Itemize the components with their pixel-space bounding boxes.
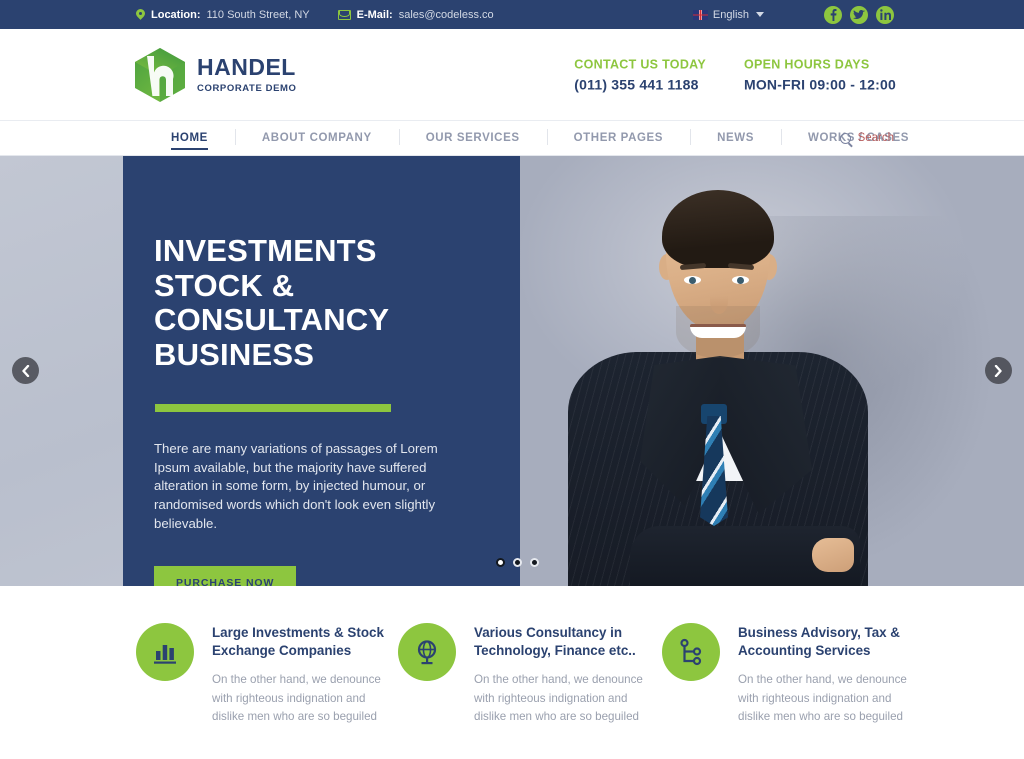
nav-item-home-label: HOME <box>171 132 208 144</box>
feature-card-body: Business Advisory, Tax & Accounting Serv… <box>738 623 924 726</box>
feature-card[interactable]: Various Consultancy in Technology, Finan… <box>398 623 660 759</box>
uk-flag-icon <box>692 9 708 20</box>
email-info[interactable]: E-Mail: sales@codeless.co <box>337 8 494 21</box>
slider-next-button[interactable] <box>985 357 1012 384</box>
feature-text: On the other hand, we denounce with righ… <box>738 673 907 723</box>
hero-photo <box>520 156 1024 586</box>
nav-item-about-company[interactable]: ABOUT COMPANY <box>234 120 399 156</box>
photo-smile <box>690 324 746 338</box>
facebook-icon[interactable] <box>824 5 842 24</box>
location-value: 110 South Street, NY <box>206 8 310 21</box>
email-label: E-Mail: <box>356 8 393 21</box>
search-toggle[interactable]: Search <box>839 132 894 144</box>
feature-title: Large Investments & Stock Exchange Compa… <box>212 625 384 658</box>
hero-slider: INVESTMENTS STOCK & CONSULTANCY BUSINESS… <box>0 156 1024 586</box>
nav-item-list: HOME ABOUT COMPANY OUR SERVICES OTHER PA… <box>144 120 936 156</box>
nav-item-other-pages-label: OTHER PAGES <box>573 132 664 144</box>
hero-title: INVESTMENTS STOCK & CONSULTANCY BUSINESS <box>154 233 474 373</box>
search-icon <box>839 132 851 144</box>
feature-card[interactable]: Large Investments & Stock Exchange Compa… <box>136 623 398 759</box>
location-pin-icon <box>136 9 145 21</box>
photo-hair <box>662 190 774 268</box>
photo-nose <box>710 288 728 314</box>
location-info: Location: 110 South Street, NY <box>136 9 310 21</box>
social-links <box>824 5 894 24</box>
nav-item-other-pages[interactable]: OTHER PAGES <box>546 120 690 156</box>
feature-section: Large Investments & Stock Exchange Compa… <box>0 586 1024 759</box>
hours-value: MON-FRI 09:00 - 12:00 <box>743 76 896 92</box>
top-bar-right-group: English <box>692 0 894 29</box>
hero-accent-rule <box>155 403 391 412</box>
slider-pagination <box>496 558 539 567</box>
handel-logo-icon <box>133 46 187 104</box>
site-header: HANDEL CORPORATE DEMO CONTACT US TODAY (… <box>0 29 1024 120</box>
hero-title-line-2: CONSULTANCY BUSINESS <box>154 302 389 373</box>
top-bar: Location: 110 South Street, NY E-Mail: s… <box>0 0 1024 29</box>
nav-item-our-services-label: OUR SERVICES <box>425 132 520 144</box>
feature-card[interactable]: Business Advisory, Tax & Accounting Serv… <box>662 623 924 759</box>
nav-item-news-label: NEWS <box>717 132 754 144</box>
contact-phone[interactable]: (011) 355 441 1188 <box>574 76 706 92</box>
photo-hand <box>812 538 854 572</box>
logo-title: HANDEL <box>197 53 296 80</box>
language-label: English <box>712 8 749 21</box>
hero-paragraph: There are many variations of passages of… <box>154 440 438 531</box>
photo-pupil-right <box>737 277 744 284</box>
logo-subtitle: CORPORATE DEMO <box>197 82 297 94</box>
location-label: Location: <box>151 8 201 21</box>
slider-dot-1[interactable] <box>496 558 505 567</box>
hero-title-line-1: INVESTMENTS STOCK & <box>154 233 377 303</box>
feature-title: Various Consultancy in Technology, Finan… <box>474 625 636 658</box>
hero-text-panel: INVESTMENTS STOCK & CONSULTANCY BUSINESS… <box>123 156 520 586</box>
nav-item-about-company-label: ABOUT COMPANY <box>261 132 372 144</box>
feature-title: Business Advisory, Tax & Accounting Serv… <box>738 625 900 658</box>
feature-card-body: Large Investments & Stock Exchange Compa… <box>212 623 398 726</box>
network-icon <box>662 623 720 681</box>
nav-item-home[interactable]: HOME <box>144 120 235 156</box>
language-selector[interactable]: English <box>692 8 764 21</box>
top-bar-contact-group: Location: 110 South Street, NY E-Mail: s… <box>136 9 494 21</box>
feature-text: On the other hand, we denounce with righ… <box>212 673 381 723</box>
hours-title: OPEN HOURS DAYS <box>743 57 870 71</box>
envelope-icon <box>337 9 351 20</box>
nav-item-news[interactable]: NEWS <box>690 120 781 156</box>
contact-block: CONTACT US TODAY (011) 355 441 1188 <box>574 57 706 92</box>
search-label: Search <box>857 132 894 144</box>
logo-text: HANDEL CORPORATE DEMO <box>197 53 297 94</box>
email-value[interactable]: sales@codeless.co <box>399 9 494 21</box>
photo-pupil-left <box>689 277 696 284</box>
hours-block: OPEN HOURS DAYS MON-FRI 09:00 - 12:00 <box>744 57 896 92</box>
slider-prev-button[interactable] <box>12 357 39 384</box>
bar-chart-icon <box>136 623 194 681</box>
slider-dot-2[interactable] <box>513 558 522 567</box>
linkedin-icon[interactable] <box>876 5 894 24</box>
chevron-down-icon <box>756 12 764 17</box>
nav-item-our-services[interactable]: OUR SERVICES <box>398 120 547 156</box>
slider-dot-3[interactable] <box>530 558 539 567</box>
globe-icon <box>398 623 456 681</box>
header-contact-blocks: CONTACT US TODAY (011) 355 441 1188 OPEN… <box>574 57 896 92</box>
twitter-icon[interactable] <box>850 5 868 24</box>
contact-title: CONTACT US TODAY <box>574 57 706 71</box>
feature-card-body: Various Consultancy in Technology, Finan… <box>474 623 660 726</box>
logo[interactable]: HANDEL CORPORATE DEMO <box>133 46 297 104</box>
purchase-now-button[interactable]: PURCHASE NOW <box>154 565 297 586</box>
main-navigation: HOME ABOUT COMPANY OUR SERVICES OTHER PA… <box>0 120 1024 156</box>
nav-active-underline <box>171 148 208 150</box>
feature-text: On the other hand, we denounce with righ… <box>474 673 643 723</box>
